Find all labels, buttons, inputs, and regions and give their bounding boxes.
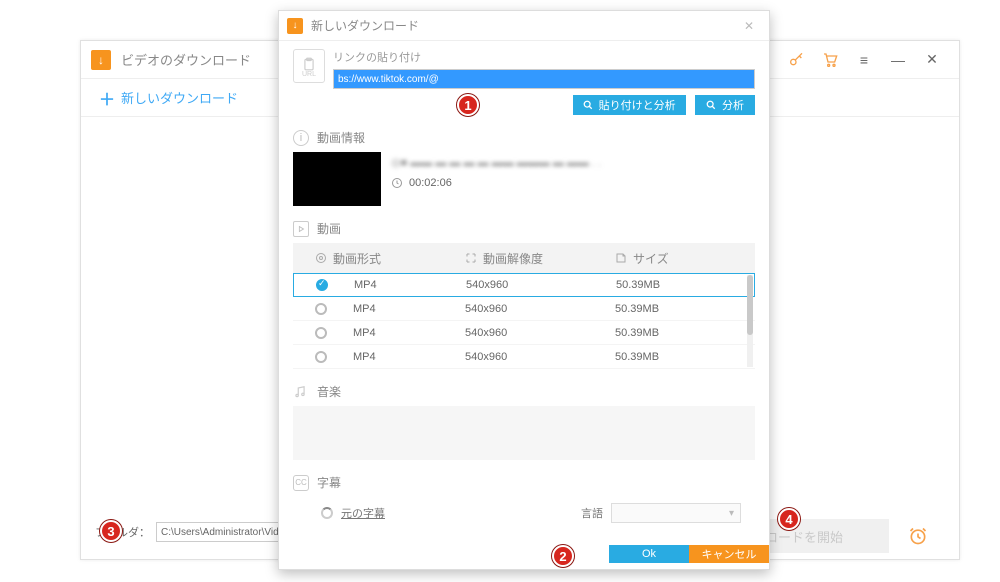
cc-icon: CC <box>293 475 309 491</box>
analyze-button[interactable]: 分析 <box>695 95 755 115</box>
row-radio[interactable] <box>315 327 327 339</box>
music-icon <box>293 385 309 399</box>
minimize-button[interactable]: — <box>881 46 915 74</box>
th-size: サイズ <box>633 250 669 267</box>
key-icon[interactable] <box>779 46 813 74</box>
video-info-section: i 動画情報 ◎■ ▬▬ ▬ ▬ ▬ ▬ ▬▬ ▬▬▬ ▬ ▬▬ . . 00:… <box>293 129 755 206</box>
dialog-titlebar: ↓ 新しいダウンロード ✕ <box>279 11 769 41</box>
search-icon <box>583 100 593 110</box>
th-resolution: 動画解像度 <box>483 250 543 267</box>
annotation-badge-1: 1 <box>457 94 479 116</box>
dialog-close-button[interactable]: ✕ <box>737 19 761 33</box>
schedule-button[interactable] <box>901 519 935 553</box>
dialog-logo: ↓ <box>287 18 303 34</box>
new-download-dialog: ↓ 新しいダウンロード ✕ URL リンクの貼り付け bs://www.tikt… <box>278 10 770 570</box>
video-icon <box>293 221 309 237</box>
resolution-icon <box>465 252 477 264</box>
language-select[interactable]: ▾ <box>611 503 741 523</box>
video-section: 動画 動画形式 動画解像度 サイズ MP4 <box>293 220 755 369</box>
table-row[interactable]: MP4 540x960 50.39MB <box>293 321 755 345</box>
annotation-badge-4: 4 <box>778 508 800 530</box>
row-radio[interactable] <box>315 351 327 363</box>
plus-icon: ＋ <box>99 86 115 110</box>
ok-button[interactable]: Ok <box>609 545 689 563</box>
dialog-title: 新しいダウンロード <box>311 17 419 34</box>
size-icon <box>615 252 627 264</box>
paste-analyze-button[interactable]: 貼り付けと分析 <box>573 95 686 115</box>
cart-icon[interactable] <box>813 46 847 74</box>
table-row[interactable]: MP4 540x960 50.39MB <box>293 297 755 321</box>
dialog-footer: Ok キャンセル <box>279 545 769 569</box>
cancel-button[interactable]: キャンセル <box>689 545 769 563</box>
table-header: 動画形式 動画解像度 サイズ <box>293 243 755 273</box>
loading-spinner <box>321 507 333 519</box>
url-label: リンクの貼り付け <box>333 49 755 65</box>
video-section-label: 動画 <box>317 220 341 237</box>
row-radio[interactable] <box>316 279 328 291</box>
subtitle-section: CC 字幕 元の字幕 言語 ▾ <box>293 474 755 523</box>
app-title: ビデオのダウンロード <box>121 50 251 69</box>
video-duration: 00:02:06 <box>409 177 452 189</box>
url-icon: URL <box>293 49 325 83</box>
table-row[interactable]: MP4 540x960 50.39MB <box>293 273 755 297</box>
folder-path-input[interactable] <box>156 522 286 542</box>
subtitle-section-label: 字幕 <box>317 474 341 491</box>
annotation-badge-2: 2 <box>552 545 574 567</box>
search-icon <box>706 100 716 110</box>
music-empty-area <box>293 406 755 460</box>
video-info-label: 動画情報 <box>317 129 365 146</box>
app-logo: ↓ <box>91 50 111 70</box>
row-radio[interactable] <box>315 303 327 315</box>
table-row[interactable]: MP4 540x960 50.39MB <box>293 345 755 369</box>
info-icon: i <box>293 130 309 146</box>
url-block: URL リンクの貼り付け bs://www.tiktok.com/@ 貼り付けと… <box>293 49 755 115</box>
music-section: 音楽 <box>293 383 755 460</box>
scrollbar-thumb[interactable] <box>747 275 753 335</box>
url-input[interactable]: bs://www.tiktok.com/@ <box>333 69 755 89</box>
music-section-label: 音楽 <box>317 383 341 400</box>
annotation-badge-3: 3 <box>100 520 122 542</box>
video-duration-row: 00:02:06 <box>391 177 755 189</box>
format-icon <box>315 252 327 264</box>
menu-icon[interactable]: ≡ <box>847 46 881 74</box>
language-label: 言語 <box>581 505 603 521</box>
new-download-label: 新しいダウンロード <box>121 88 238 107</box>
original-subtitle-link[interactable]: 元の字幕 <box>341 505 385 521</box>
close-button[interactable]: ✕ <box>915 46 949 74</box>
table-body: MP4 540x960 50.39MB MP4 540x960 50.39MB … <box>293 273 755 369</box>
chevron-down-icon: ▾ <box>729 508 734 519</box>
th-format: 動画形式 <box>333 250 381 267</box>
clock-icon <box>391 177 403 189</box>
video-filename: ◎■ ▬▬ ▬ ▬ ▬ ▬ ▬▬ ▬▬▬ ▬ ▬▬ . . <box>391 156 755 169</box>
video-thumbnail <box>293 152 381 206</box>
